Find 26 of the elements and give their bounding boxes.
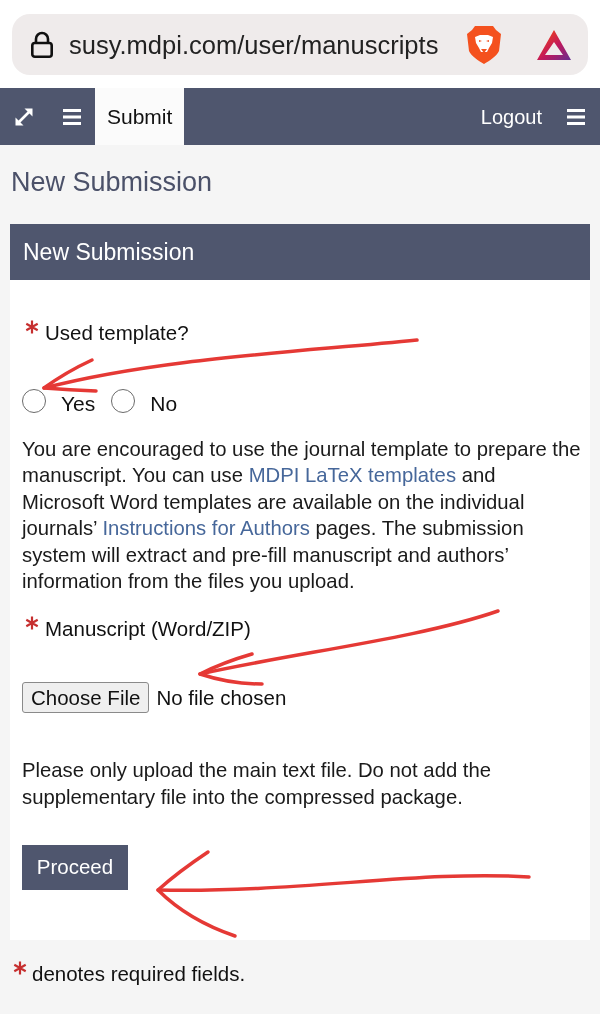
asterisk-icon	[13, 961, 27, 976]
field-label: Manuscript (Word/ZIP)	[45, 616, 251, 643]
option-label[interactable]: Yes	[61, 391, 96, 417]
text-link[interactable]: MDPI LaTeX templates	[248, 464, 457, 487]
radio-button[interactable]	[22, 389, 46, 413]
choose-file-button[interactable]: Choose File	[22, 682, 150, 714]
card-header: New Submission	[10, 224, 590, 280]
text-link[interactable]: Instructions for Authors	[102, 517, 310, 540]
menu-icon[interactable]	[62, 108, 81, 125]
triangle-icon[interactable]	[536, 28, 572, 61]
radio-button[interactable]	[111, 389, 136, 413]
page-title: New Submission	[10, 166, 214, 198]
logout-link[interactable]: Logout	[480, 101, 542, 132]
expand-arrows-icon	[14, 106, 34, 127]
address-bar[interactable]: susy.mdpi.com/user/manuscripts	[12, 14, 588, 75]
help-text: You are encouraged to use the journal template to prepare the manuscript. You can use MDPI LaTeX templates and Microsoft Word templates are available on the individual journals’ Instructions for Authors pages. The submission system will extract and pre-fill manuscript and authors’ information from the files you upload.	[22, 437, 582, 595]
help-text: Please only upload the main text file. Do not add the supplementary file into the compressed package.	[22, 758, 493, 810]
field-label: Used template?	[45, 320, 189, 346]
file-status-text: No file chosen	[156, 684, 287, 711]
option-label[interactable]: No	[150, 391, 178, 417]
required-fields-note: denotes required fields.	[32, 961, 246, 988]
lock-icon	[30, 31, 54, 58]
menu-icon[interactable]	[567, 108, 585, 125]
nav-tab[interactable]: Submit	[95, 88, 185, 145]
proceed-button[interactable]: Proceed	[22, 845, 128, 891]
lion-shield-icon[interactable]	[466, 24, 502, 65]
